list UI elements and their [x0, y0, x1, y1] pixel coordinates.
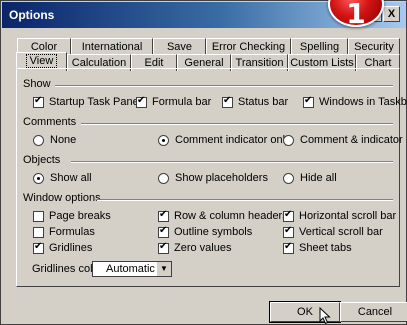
show-group-divider: [55, 85, 393, 87]
tab-international[interactable]: International: [71, 38, 153, 55]
checkbox-label: Gridlines: [49, 242, 93, 254]
outline-symbols-checkbox[interactable]: Outline symbols: [158, 225, 253, 238]
show-all-radio[interactable]: Show all: [33, 172, 92, 184]
show-placeholders-radio[interactable]: Show placeholders: [158, 172, 268, 184]
window-title: Options: [9, 8, 55, 22]
horizontal-scroll-bar-checkbox[interactable]: Horizontal scroll bar: [283, 209, 397, 222]
page-breaks-checkbox[interactable]: Page breaks: [33, 210, 111, 222]
tab-label: Save: [166, 41, 193, 53]
checkbox-box: [33, 210, 44, 222]
sheet-tabs-checkbox[interactable]: Sheet tabs: [283, 241, 352, 254]
checkbox-label: Zero values: [174, 242, 232, 254]
formulas-checkbox[interactable]: Formulas: [33, 226, 95, 238]
checkbox-label: Outline symbols: [174, 226, 253, 238]
step-number-badge: 1: [328, 0, 384, 30]
comments-group-divider: [81, 123, 393, 125]
checkbox-box: [33, 241, 44, 254]
gridlines-color-dropdown[interactable]: Automatic ▼: [92, 261, 172, 277]
checkbox-label: Status bar: [238, 96, 289, 108]
tab-label: View: [25, 54, 58, 68]
radio-circle: [283, 172, 294, 184]
radio-circle: [283, 134, 294, 146]
row-column-headers-checkbox[interactable]: Row & column headers: [158, 209, 288, 222]
zero-values-checkbox[interactable]: Zero values: [158, 241, 232, 254]
tab-spelling[interactable]: Spelling: [291, 38, 348, 55]
mouse-pointer-icon: [319, 307, 331, 325]
formula-bar-checkbox[interactable]: Formula bar: [136, 95, 212, 108]
checkbox-label: Horizontal scroll bar: [299, 210, 397, 222]
checkbox-box: [33, 95, 44, 108]
comments-group-label: Comments: [23, 116, 77, 128]
radio-circle: [158, 134, 169, 146]
checkbox-label: Startup Task Pane: [49, 96, 139, 108]
checkbox-label: Formulas: [49, 226, 95, 238]
checkbox-box: [158, 241, 169, 254]
vertical-scroll-bar-checkbox[interactable]: Vertical scroll bar: [283, 225, 383, 238]
status-bar-checkbox[interactable]: Status bar: [222, 95, 289, 108]
checkbox-box: [283, 241, 294, 254]
tab-security[interactable]: Security: [348, 38, 400, 55]
tab-error-checking[interactable]: Error Checking: [206, 38, 291, 55]
tab-label: Error Checking: [211, 41, 286, 53]
tab-label: Security: [354, 41, 394, 53]
comment-and-indicator-radio[interactable]: Comment & indicator: [283, 134, 403, 146]
comments-none-radio[interactable]: None: [33, 134, 76, 146]
radio-label: Hide all: [300, 172, 337, 184]
radio-circle: [158, 172, 169, 184]
windows-in-taskbar-checkbox[interactable]: Windows in Taskbar: [303, 95, 407, 108]
options-dialog: Options ? X 1 Color International Save E…: [0, 0, 407, 325]
checkbox-box: [283, 209, 294, 222]
checkbox-label: Windows in Taskbar: [319, 96, 407, 108]
checkbox-box: [136, 95, 147, 108]
tab-save[interactable]: Save: [153, 38, 206, 55]
checkbox-label: Row & column headers: [174, 210, 288, 222]
close-button[interactable]: X: [383, 6, 400, 22]
comment-indicator-only-radio[interactable]: Comment indicator only: [158, 134, 291, 146]
radio-label: Show all: [50, 172, 92, 184]
window-options-group-label: Window options: [23, 192, 101, 204]
checkbox-box: [283, 225, 294, 238]
hide-all-radio[interactable]: Hide all: [283, 172, 337, 184]
radio-label: Show placeholders: [175, 172, 268, 184]
tab-label: International: [81, 41, 143, 53]
checkbox-label: Sheet tabs: [299, 242, 352, 254]
checkbox-box: [222, 95, 233, 108]
radio-label: Comment & indicator: [300, 134, 403, 146]
radio-label: None: [50, 134, 77, 146]
gridlines-checkbox[interactable]: Gridlines: [33, 241, 93, 254]
checkbox-box: [303, 95, 314, 108]
gridlines-color-value: Automatic: [106, 263, 155, 275]
show-group-label: Show: [23, 78, 51, 90]
checkbox-box: [33, 226, 44, 238]
badge-number: 1: [346, 0, 366, 30]
cancel-button[interactable]: Cancel: [340, 302, 407, 322]
objects-group-label: Objects: [23, 154, 61, 166]
checkbox-label: Page breaks: [49, 210, 111, 222]
tab-label: Spelling: [299, 41, 340, 53]
radio-circle: [33, 172, 44, 184]
startup-task-pane-checkbox[interactable]: Startup Task Pane: [33, 95, 139, 108]
checkbox-box: [158, 209, 169, 222]
checkbox-label: Vertical scroll bar: [299, 226, 383, 238]
window-options-group-divider: [97, 199, 393, 201]
radio-label: Comment indicator only: [175, 134, 291, 146]
checkbox-box: [158, 225, 169, 238]
objects-group-divider: [71, 161, 393, 163]
dropdown-arrow-icon[interactable]: ▼: [156, 262, 171, 276]
radio-circle: [33, 134, 44, 146]
checkbox-label: Formula bar: [152, 96, 212, 108]
